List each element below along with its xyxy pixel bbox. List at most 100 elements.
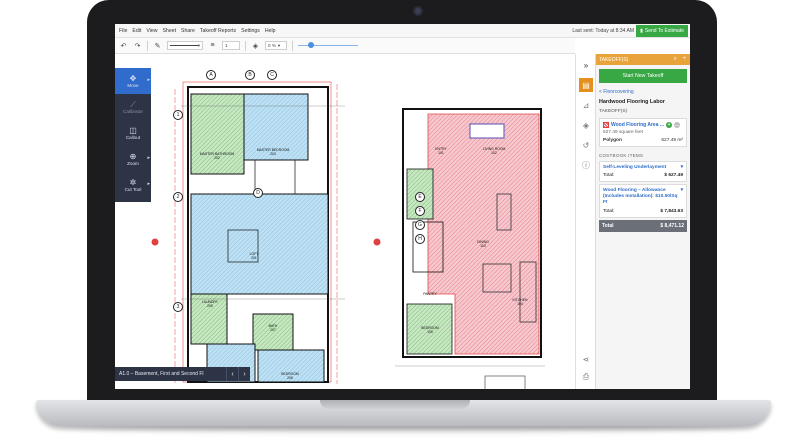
ruler-tab-icon[interactable]: ⊿ xyxy=(579,98,593,112)
costbook-item[interactable]: Wood Flooring – Allowance (Includes Inst… xyxy=(599,184,687,218)
opacity-select[interactable]: 0 % ▾ xyxy=(265,41,287,50)
grand-total-label: Total xyxy=(602,223,614,229)
laptop-notch xyxy=(320,400,470,409)
shape-value: 627.49 m² xyxy=(661,138,683,143)
menu-help[interactable]: Help xyxy=(265,28,276,34)
room-name: PANTRY xyxy=(423,292,437,296)
grid-bubble: G xyxy=(415,220,425,230)
camera-icon xyxy=(413,6,423,16)
floor-plan xyxy=(151,81,545,389)
menu-bar: File Edit View Sheet Share Takeoff Repor… xyxy=(115,24,690,38)
redo-icon[interactable]: ↷ xyxy=(133,41,142,50)
callout-tool-label: Callout xyxy=(125,135,141,140)
room-id: 206 xyxy=(287,376,293,380)
room-label: MASTER BATHROOM 202 xyxy=(199,152,235,160)
takeoff-name: Wood Flooring Area ... xyxy=(611,122,665,128)
takeoffs-subtitle: TAKEOFF(S) xyxy=(599,109,628,114)
room-label: DINING 103 xyxy=(471,240,495,248)
room-id: 105 xyxy=(427,330,433,334)
hatch-swatch-icon xyxy=(603,122,609,128)
menu-view[interactable]: View xyxy=(146,28,157,34)
room-label: LOFT 201 xyxy=(239,252,269,260)
send-to-estimate-button[interactable]: ▮ Send To Estimate xyxy=(636,25,688,37)
menu-takeoff-reports[interactable]: Takeoff Reports xyxy=(200,28,236,34)
ruler-icon: ⟋ xyxy=(130,100,136,109)
room-label: ENTRY 101 xyxy=(429,147,453,155)
room-label: LIVING ROOM 102 xyxy=(479,147,509,155)
grid-bubble: F xyxy=(415,206,425,216)
tool-palette: ✥ Move ▸ ⟋ Calibrator ◫ Callout ⊕ Zoom ▸… xyxy=(115,68,151,202)
search-icon[interactable]: ⌕ xyxy=(674,56,677,63)
costbook-item-name: Self-Leveling Underlayment xyxy=(603,165,667,170)
costbook-item-name-row: Wood Flooring – Allowance (Includes Inst… xyxy=(603,188,683,206)
first-floor-plan xyxy=(395,108,545,389)
zoom-icon: ⊕ xyxy=(129,152,137,161)
start-new-takeoff-button[interactable]: Start New Takeoff xyxy=(599,69,687,83)
menu-share[interactable]: Share xyxy=(181,28,195,34)
chevron-down-icon: ▾ xyxy=(197,42,200,48)
chevron-down-icon[interactable]: ▾ xyxy=(681,165,683,170)
costbook-item-name: Wood Flooring – Allowance (Includes Inst… xyxy=(603,188,678,205)
line-style-select[interactable]: ▾ xyxy=(167,41,203,50)
costbook-item-total-row: Total: $ 7,843.63 xyxy=(603,206,683,214)
zoom-tool[interactable]: ⊕ Zoom ▸ xyxy=(115,146,151,172)
takeoff-card-title: Wood Flooring Area ... + … xyxy=(603,122,683,128)
chevron-right-icon: ▸ xyxy=(147,181,150,187)
shape-label: Polygon xyxy=(603,138,622,143)
toolbar-divider xyxy=(292,40,293,51)
panel-header: TAKEOFF(S) ⌕ + xyxy=(596,54,690,65)
grid-bubble: E xyxy=(415,192,425,202)
total-label: Total: xyxy=(603,209,615,214)
toolbar-divider xyxy=(245,40,246,51)
line-width-input[interactable]: 1 xyxy=(222,41,240,50)
menu-edit[interactable]: Edit xyxy=(132,28,141,34)
info-icon[interactable]: ⓘ xyxy=(579,158,593,172)
chevron-down-icon: ▾ xyxy=(277,42,281,48)
takeoff-card[interactable]: Wood Flooring Area ... + … 627.49 square… xyxy=(599,118,687,147)
pen-color-icon[interactable]: ✎ xyxy=(153,41,162,50)
move-tool[interactable]: ✥ Move ▸ xyxy=(115,68,151,94)
slider-handle[interactable] xyxy=(308,42,314,48)
zoom-slider[interactable] xyxy=(298,41,358,50)
grid-bubble: 1 xyxy=(173,110,183,120)
print-icon[interactable]: ⎙ xyxy=(579,370,593,384)
room-id: 202 xyxy=(214,156,220,160)
grid-bubble: 2 xyxy=(173,192,183,202)
calibrator-tool[interactable]: ⟋ Calibrator xyxy=(115,94,151,120)
menu-settings[interactable]: Settings xyxy=(241,28,260,34)
more-icon[interactable]: … xyxy=(674,122,681,128)
room-id: 101 xyxy=(438,151,444,155)
takeoff-area-row: 627.49 square feet xyxy=(603,128,683,135)
collapse-panel-icon[interactable]: » xyxy=(579,58,593,72)
share-icon[interactable]: ⋖ xyxy=(579,352,593,366)
menu-file[interactable]: File xyxy=(119,28,127,34)
move-icon: ✥ xyxy=(129,74,137,83)
drawing-canvas[interactable]: MASTER BATHROOM 202 MASTER BEDROOM 203 L… xyxy=(115,54,575,389)
prev-sheet-icon[interactable]: ‹ xyxy=(226,367,238,381)
room-id: 104 xyxy=(517,302,523,306)
room-label: MASTER BEDROOM 203 xyxy=(255,148,291,156)
next-sheet-icon[interactable]: › xyxy=(238,367,250,381)
costbook-title: COSTBOOK ITEMS xyxy=(599,153,644,158)
menu-sheet[interactable]: Sheet xyxy=(162,28,176,34)
sheet-selector[interactable]: A1.0 – Basement, First and Second Fl ‹ › xyxy=(115,367,250,381)
costbook-item[interactable]: Self-Leveling Underlayment ▾ Total: $ 62… xyxy=(599,161,687,182)
breadcrumb[interactable]: < Floorcovering xyxy=(596,87,690,97)
send-to-estimate-label: Send To Estimate xyxy=(644,28,684,34)
room-label: KITCHEN 104 xyxy=(507,298,533,306)
fill-icon[interactable]: ◈ xyxy=(251,41,260,50)
cut-tool[interactable]: ✲ Cut Tool ▸ xyxy=(115,172,151,198)
room-label: PANTRY xyxy=(419,292,441,296)
panel-title: TAKEOFF(S) xyxy=(599,56,629,63)
add-icon[interactable]: + xyxy=(682,56,686,62)
callout-tool[interactable]: ◫ Callout xyxy=(115,120,151,146)
history-icon[interactable]: ↺ xyxy=(579,138,593,152)
layers-icon[interactable]: ◈ xyxy=(579,118,593,132)
section-title: Hardwood Flooring Labor xyxy=(599,99,665,105)
chevron-down-icon[interactable]: ▾ xyxy=(681,188,683,206)
takeoff-area: 627.49 square feet xyxy=(603,130,644,135)
takeoff-icon[interactable]: ▤ xyxy=(579,78,593,92)
grid-bubble: D xyxy=(253,188,263,198)
total-label: Total: xyxy=(603,173,615,178)
undo-icon[interactable]: ↶ xyxy=(119,41,128,50)
